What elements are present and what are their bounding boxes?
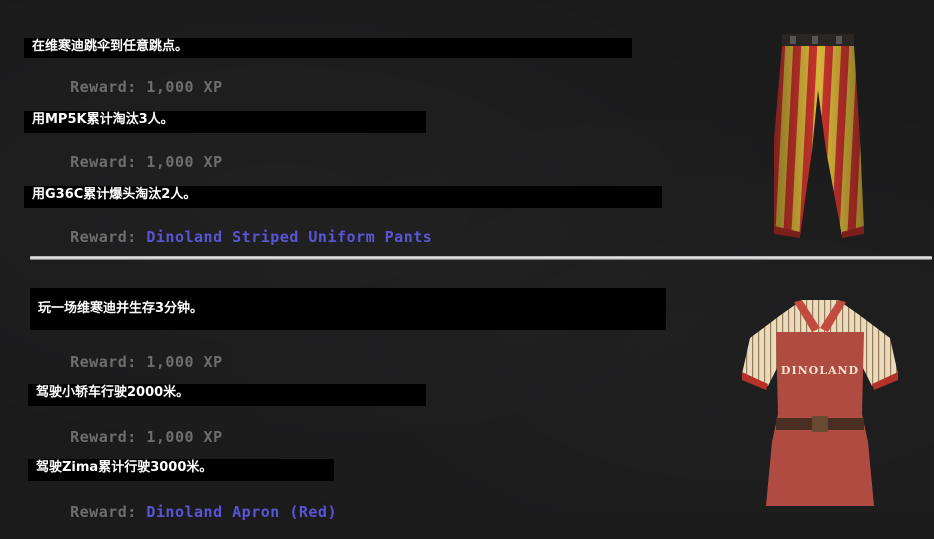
reward-label: Reward:: [70, 503, 137, 521]
svg-text:DINOLAND: DINOLAND: [781, 364, 859, 377]
mission-reward: Reward: 1,000 XP: [32, 335, 223, 389]
mission-task: 在维寒迪跳伞到任意跳点。: [24, 38, 632, 58]
reward-value: 1,000 XP: [146, 428, 223, 446]
mission-reward: Reward: 1,000 XP: [32, 60, 223, 114]
reward-label: Reward:: [70, 428, 137, 446]
striped-pants-icon: [774, 34, 864, 238]
mission-reward: Reward: 1,000 XP: [32, 410, 223, 464]
reward-value: Dinoland Apron (Red): [146, 503, 337, 521]
section-divider: [30, 256, 932, 260]
reward-value: Dinoland Striped Uniform Pants: [146, 228, 433, 246]
mission-task: 玩一场维寒迪并生存3分钟。: [30, 288, 666, 330]
mission-task: 驾驶Zima累计行驶3000米。: [28, 459, 334, 481]
mission-task: 用G36C累计爆头淘汰2人。: [24, 186, 662, 208]
reward-label: Reward:: [70, 78, 137, 96]
mission-reward: Reward: 1,000 XP: [32, 135, 223, 189]
apron-shirt-icon: DINOLAND: [742, 300, 898, 506]
mission-task: 驾驶小轿车行驶2000米。: [28, 384, 426, 406]
reward-label: Reward:: [70, 353, 137, 371]
reward-value: 1,000 XP: [146, 353, 223, 371]
reward-label: Reward:: [70, 153, 137, 171]
reward-label: Reward:: [70, 228, 137, 246]
reward-value: 1,000 XP: [146, 153, 223, 171]
reward-value: 1,000 XP: [146, 78, 223, 96]
mission-reward: Reward: Dinoland Apron (Red): [32, 485, 337, 539]
mission-task: 用MP5K累计淘汰3人。: [24, 111, 426, 133]
